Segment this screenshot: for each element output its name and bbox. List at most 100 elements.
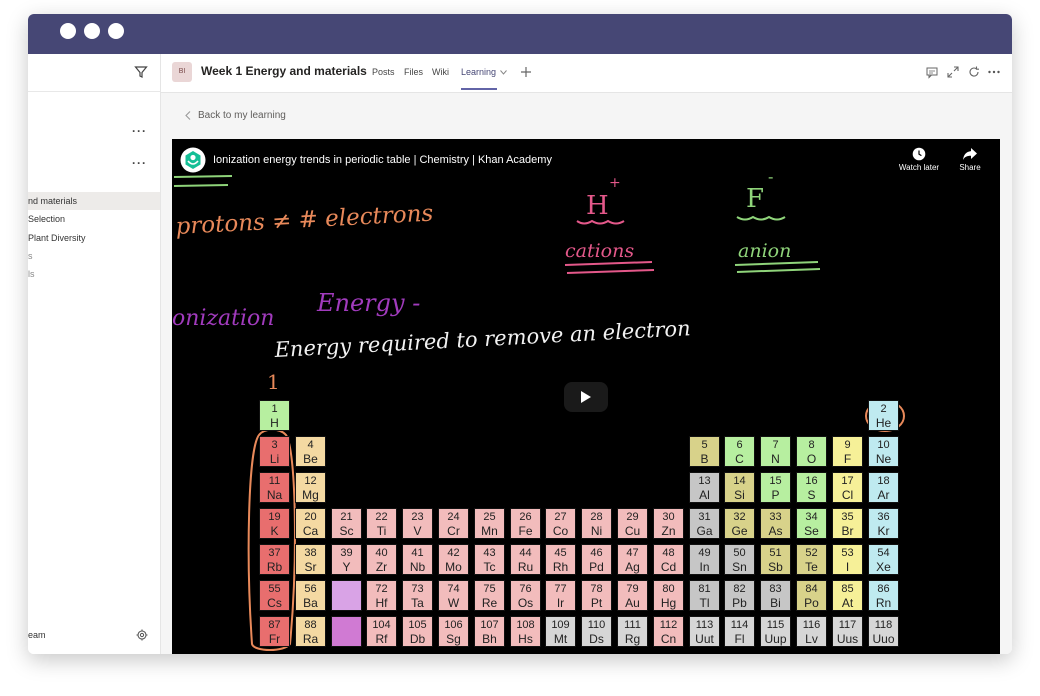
window-close-dot[interactable] [60, 23, 76, 39]
element-symbol: Ir [556, 596, 565, 610]
element-symbol: B [700, 452, 709, 466]
element-number: 10 [877, 439, 890, 451]
element-symbol: Bh [482, 632, 497, 646]
element-number: 47 [626, 547, 639, 559]
element-cell: 19 K [259, 508, 290, 539]
element-cell: 14 Si [724, 472, 755, 503]
element-symbol: Sb [768, 560, 783, 574]
more-options-icon[interactable]: ··· [132, 124, 147, 138]
element-number: 15 [769, 475, 782, 487]
element-number: 7 [772, 439, 779, 451]
element-number: 31 [698, 511, 711, 523]
element-number: 45 [554, 547, 567, 559]
page-title: Week 1 Energy and materials [201, 64, 367, 78]
element-cell: 111 Rg [617, 616, 648, 647]
reload-icon[interactable] [967, 65, 981, 79]
element-number: 112 [659, 619, 678, 631]
element-symbol: Cs [267, 596, 282, 610]
tab-wiki[interactable]: Wiki [432, 67, 449, 77]
element-number: 19 [268, 511, 281, 523]
chevron-down-icon[interactable] [500, 70, 507, 75]
element-symbol: Ds [589, 632, 604, 646]
element-number: 49 [698, 547, 711, 559]
expand-icon[interactable] [946, 65, 960, 79]
element-symbol: W [447, 596, 460, 610]
element-number: 81 [698, 583, 711, 595]
tab-learning[interactable]: Learning [461, 67, 496, 77]
element-cell: 7N [760, 436, 791, 467]
sidebar-item-plant-diversity[interactable]: Plant Diversity [28, 229, 160, 247]
element-symbol: Fe [518, 524, 533, 538]
team-badge[interactable]: BI [172, 62, 192, 82]
more-options-icon[interactable] [987, 65, 1001, 79]
element-symbol: Ga [696, 524, 713, 538]
filter-icon[interactable] [134, 65, 148, 79]
element-symbol: C [735, 452, 744, 466]
video-player[interactable]: Ionization energy trends in periodic tab… [172, 139, 1000, 654]
element-cell: 22 Ti [366, 508, 397, 539]
element-number: 40 [375, 547, 388, 559]
element-symbol: Rg [624, 632, 641, 646]
element-cell: 88 Ra [295, 616, 326, 647]
element-number: 33 [769, 511, 782, 523]
element-cell: 9F [832, 436, 863, 467]
handwriting-f-symbol: F [746, 184, 764, 214]
element-symbol: At [841, 596, 854, 610]
play-button[interactable] [564, 382, 608, 412]
settings-icon[interactable] [136, 629, 148, 641]
window-maximize-dot[interactable] [108, 23, 124, 39]
element-number: 77 [554, 583, 567, 595]
element-cell: 2 He [868, 400, 899, 431]
element-number: 11 [268, 475, 281, 487]
handwriting-anion: anion [738, 240, 791, 262]
element-cell: 37 Rb [259, 544, 290, 575]
element-cell: 107 Bh [474, 616, 505, 647]
element-symbol: Cn [660, 632, 677, 646]
element-symbol: Mn [481, 524, 498, 538]
element-number: 30 [662, 511, 675, 523]
tab-files[interactable]: Files [404, 67, 423, 77]
element-cell: 72 Hf [366, 580, 397, 611]
tab-posts[interactable]: Posts [372, 67, 395, 77]
handwriting-protons: protons ≠ # electrons [175, 201, 434, 240]
more-options-icon[interactable]: ··· [132, 156, 147, 170]
element-number: 55 [268, 583, 281, 595]
element-cell: 29 Cu [617, 508, 648, 539]
element-cell: 81 Tl [689, 580, 720, 611]
conversation-icon[interactable] [925, 65, 939, 79]
element-number: 27 [554, 511, 567, 523]
sidebar-item-selection[interactable]: Selection [28, 210, 160, 228]
element-number: 5 [701, 439, 708, 451]
element-symbol: He [875, 416, 892, 430]
element-number: 79 [626, 583, 639, 595]
sidebar-item[interactable]: s [28, 247, 160, 265]
handwriting-underline [564, 261, 655, 274]
window-titlebar [28, 14, 1012, 54]
element-number: 38 [304, 547, 317, 559]
sidebar-item[interactable]: ls [28, 265, 160, 283]
back-to-learning-link[interactable]: Back to my learning [198, 110, 286, 121]
element-symbol: O [806, 452, 817, 466]
element-symbol: Os [517, 596, 534, 610]
element-number: 54 [877, 547, 890, 559]
element-number: 117 [838, 619, 857, 631]
element-symbol: Lv [805, 632, 818, 646]
chevron-left-icon[interactable] [185, 111, 191, 120]
element-symbol: F [843, 452, 852, 466]
main-panel: BI Week 1 Energy and materials Posts Fil… [161, 54, 1012, 654]
add-tab-icon[interactable] [519, 65, 533, 79]
sidebar-item-energy-materials[interactable]: nd materials [28, 192, 160, 210]
sidebar-footer-label[interactable]: eam [28, 630, 46, 640]
element-cell: 85 At [832, 580, 863, 611]
element-cell: 106 Sg [438, 616, 469, 647]
element-cell: 54 Xe [868, 544, 899, 575]
element-cell: 49 In [689, 544, 720, 575]
element-number: 8 [808, 439, 815, 451]
element-number: 23 [411, 511, 424, 523]
element-cell: 12 Mg [295, 472, 326, 503]
element-number: 114 [730, 619, 749, 631]
element-symbol: Ti [376, 524, 387, 538]
element-symbol: Si [734, 488, 745, 502]
element-symbol: Hf [375, 596, 388, 610]
window-minimize-dot[interactable] [84, 23, 100, 39]
